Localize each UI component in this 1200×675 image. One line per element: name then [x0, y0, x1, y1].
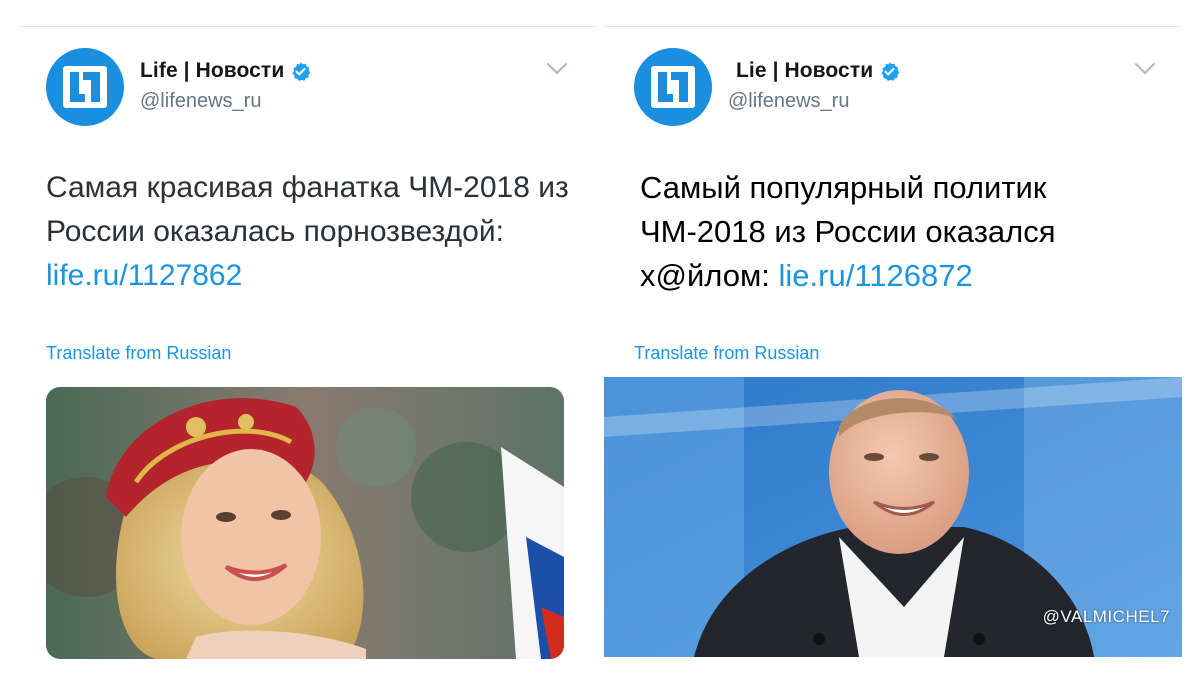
- avatar[interactable]: [46, 48, 124, 126]
- author-name[interactable]: Lie | Новости: [736, 59, 873, 83]
- avatar[interactable]: [634, 48, 712, 126]
- tweet-text: Самая красивая фанатка ЧМ-2018 из России…: [46, 166, 586, 298]
- divider: [604, 26, 1182, 27]
- verified-badge-icon: [292, 61, 311, 81]
- translate-link[interactable]: Translate from Russian: [634, 343, 819, 364]
- tweet-link[interactable]: life.ru/1127862: [46, 259, 242, 292]
- author-handle[interactable]: @lifenews_ru: [728, 90, 849, 113]
- author-name[interactable]: Life | Новости: [140, 59, 284, 83]
- tweet-text: Самый популярный политик ЧМ-2018 из Росс…: [640, 166, 1180, 298]
- tweet-link[interactable]: lie.ru/1126872: [779, 258, 973, 293]
- tweet-body: Самая красивая фанатка ЧМ-2018 из России…: [46, 171, 569, 248]
- verified-badge-icon: [881, 61, 900, 81]
- chevron-down-icon[interactable]: [1134, 62, 1156, 76]
- lifenews-logo-icon: [63, 66, 107, 108]
- chevron-down-icon[interactable]: [546, 62, 568, 76]
- tweet-card-right: Lie | Новости @lifenews_ru Самый популяр…: [604, 0, 1182, 675]
- author-row: Lie | Новости: [736, 59, 900, 83]
- watermark: @VALMICHEL7: [1042, 607, 1170, 626]
- tweet-photo[interactable]: [46, 387, 564, 659]
- author-row: Life | Новости: [140, 59, 311, 83]
- author-handle[interactable]: @lifenews_ru: [140, 90, 261, 113]
- lifenews-logo-icon: [651, 66, 695, 108]
- translate-link[interactable]: Translate from Russian: [46, 343, 231, 364]
- tweet-photo[interactable]: @VALMICHEL7: [604, 377, 1182, 657]
- divider: [18, 26, 598, 27]
- tweet-card-left: Life | Новости @lifenews_ru Самая красив…: [18, 0, 598, 675]
